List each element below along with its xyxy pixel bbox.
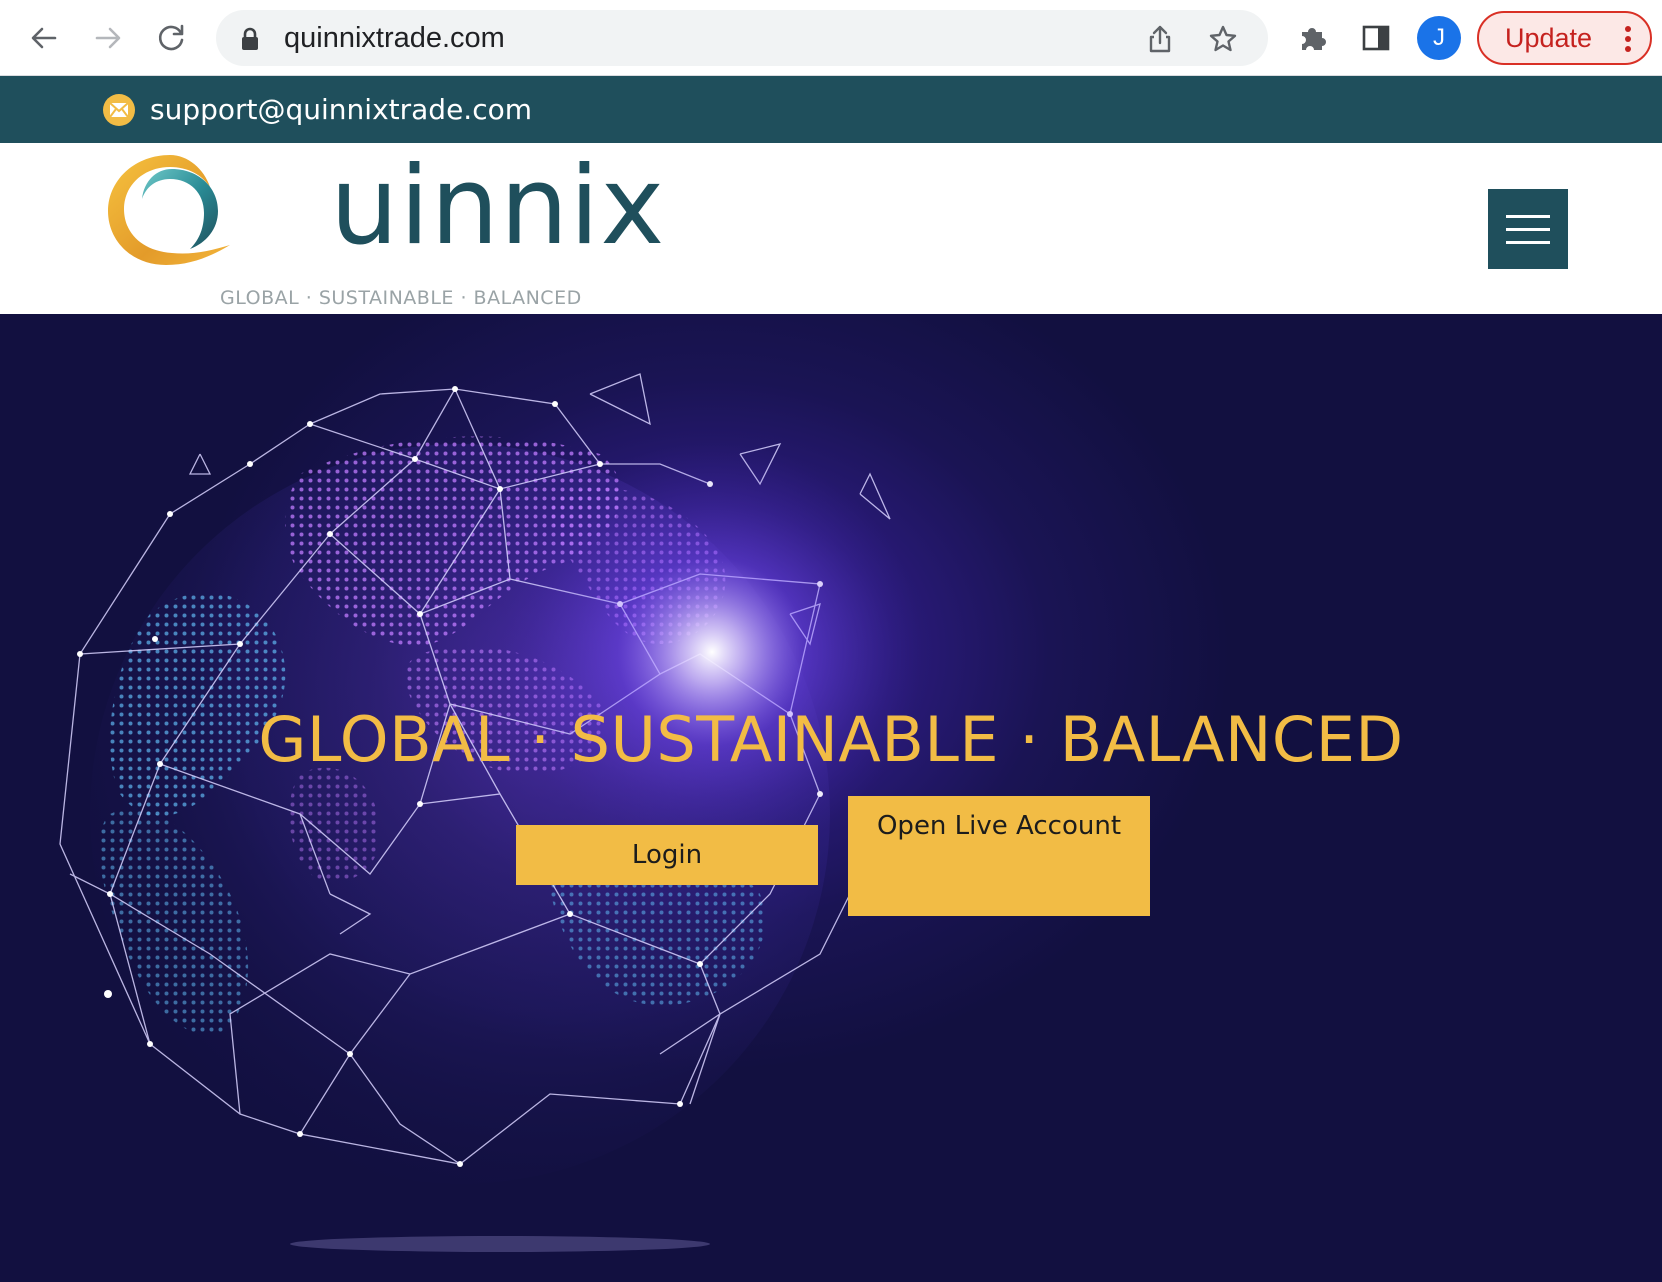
menu-line xyxy=(1506,227,1550,231)
menu-line xyxy=(1506,240,1550,244)
side-panel-button[interactable] xyxy=(1356,18,1396,58)
reload-icon xyxy=(158,24,184,51)
reload-button[interactable] xyxy=(152,18,192,58)
puzzle-icon xyxy=(1302,28,1326,50)
update-button[interactable]: Update xyxy=(1477,11,1652,65)
site-header: uinnix GLOBAL · SUSTAINABLE · BALANCED xyxy=(0,143,1662,314)
support-bar: support@quinnixtrade.com xyxy=(0,76,1662,143)
globe-network-illustration xyxy=(59,373,922,1252)
bookmark-star-icon[interactable] xyxy=(1208,24,1238,54)
update-label: Update xyxy=(1505,22,1593,53)
login-button[interactable]: Login xyxy=(516,825,818,885)
support-email-link[interactable]: support@quinnixtrade.com xyxy=(150,93,532,127)
address-bar[interactable]: quinnixtrade.com xyxy=(216,10,1268,66)
logo-mark xyxy=(108,155,230,265)
forward-button[interactable] xyxy=(88,18,128,58)
mail-icon xyxy=(103,94,135,126)
hero-headline: GLOBAL · SUSTAINABLE · BALANCED xyxy=(258,703,1404,776)
extensions-button[interactable] xyxy=(1292,18,1332,58)
side-panel-icon xyxy=(1362,25,1390,51)
browser-toolbar: quinnixtrade.com J Update xyxy=(0,0,1662,76)
more-vert-icon xyxy=(1625,26,1631,52)
logo-tagline: GLOBAL · SUSTAINABLE · BALANCED xyxy=(220,287,582,309)
hero-banner: GLOBAL · SUSTAINABLE · BALANCED Login Op… xyxy=(0,314,1662,1282)
lock-icon xyxy=(242,27,258,50)
arrow-right-icon xyxy=(95,27,121,49)
hamburger-menu-button[interactable] xyxy=(1488,189,1568,269)
profile-avatar[interactable]: J xyxy=(1417,16,1461,60)
arrow-left-icon xyxy=(31,27,57,49)
menu-line xyxy=(1506,214,1550,218)
url-text: quinnixtrade.com xyxy=(284,22,505,54)
logo-wordmark: uinnix xyxy=(330,144,666,269)
share-icon[interactable] xyxy=(1146,24,1174,54)
back-button[interactable] xyxy=(24,18,64,58)
open-live-account-button[interactable]: Open Live Account xyxy=(848,796,1150,916)
